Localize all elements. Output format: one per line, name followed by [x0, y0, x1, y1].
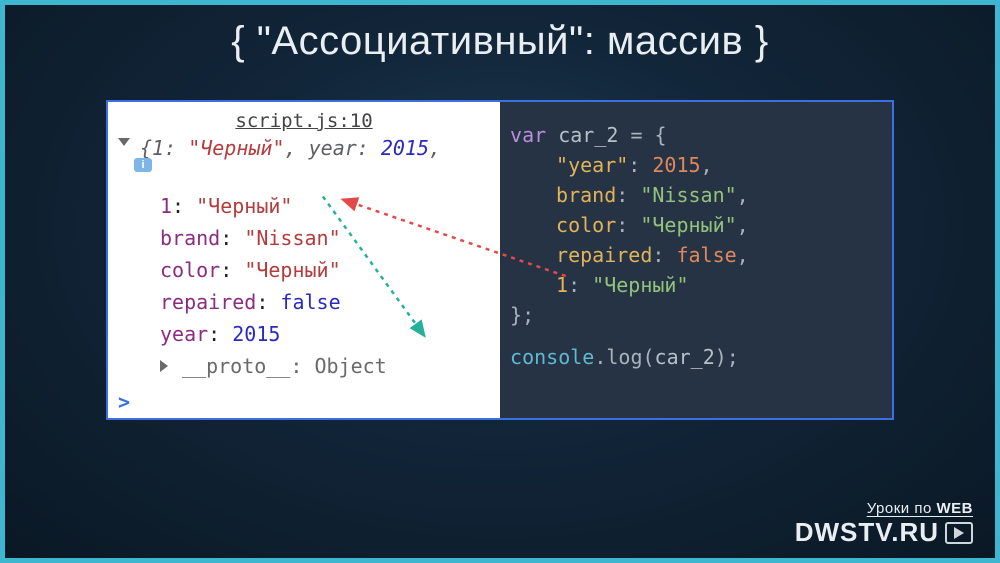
slide-title: { "Ассоциативный": массив }: [5, 5, 995, 90]
preview-key-2: year:: [309, 136, 369, 160]
obj-val: "Черный": [592, 273, 688, 297]
obj-val: "Черный": [640, 213, 736, 237]
script-link: script.js:10: [118, 108, 490, 136]
prop-row: repaired: false: [160, 286, 490, 318]
log-arg: car_2: [655, 345, 715, 369]
preview-key-1: 1:: [152, 136, 176, 160]
watermark-tagline: Уроки по WEB: [795, 500, 973, 517]
obj-key: repaired: [556, 243, 652, 267]
proto-sep: :: [290, 354, 314, 378]
prop-row: year: 2015: [160, 318, 490, 350]
obj-val: 2015: [652, 153, 700, 177]
prop-row: color: "Черный": [160, 254, 490, 286]
obj-sep: :: [628, 153, 652, 177]
prop-row: 1: "Черный": [160, 190, 490, 222]
expand-arrow-icon: [118, 138, 130, 146]
prop-val: "Черный": [196, 194, 292, 218]
obj-sep: :: [616, 183, 640, 207]
prop-row: brand: "Nissan": [160, 222, 490, 254]
obj-key: brand: [556, 183, 616, 207]
comma: ,: [737, 213, 749, 237]
editor-pane: var car_2 = { "year": 2015, brand: "Niss…: [500, 102, 892, 418]
code-line: color: "Черный",: [510, 210, 892, 240]
prop-val: false: [280, 290, 340, 314]
obj-key: 1: [556, 273, 568, 297]
proto-key: __proto__: [182, 354, 290, 378]
tagline-b: по: [910, 500, 937, 517]
watermark-brand: DWSTV.RU: [795, 517, 973, 548]
obj-key: "year": [556, 153, 628, 177]
brace-open: = {: [630, 123, 666, 147]
watermark: Уроки по WEB DWSTV.RU: [795, 500, 973, 548]
code-line: console.log(car_2);: [510, 342, 892, 372]
preview-brace: {: [140, 136, 152, 160]
prop-key: repaired: [160, 290, 256, 314]
preview-comma: ,: [429, 136, 441, 160]
proto-row: __proto__: Object: [160, 350, 490, 382]
log-close: );: [715, 345, 739, 369]
prop-sep: :: [256, 290, 280, 314]
preview-val-1: "Черный": [188, 136, 284, 160]
code-line: var car_2 = {: [510, 120, 892, 150]
code-line: 1: "Черный": [510, 270, 892, 300]
prop-val: 2015: [232, 322, 280, 346]
obj-key: color: [556, 213, 616, 237]
log-open: .log(: [594, 345, 654, 369]
object-preview-line: {1: "Черный", year: 2015,: [118, 136, 490, 160]
prop-sep: :: [172, 194, 196, 218]
preview-sep: ,: [285, 136, 309, 160]
prop-key: color: [160, 258, 220, 282]
comma: ,: [737, 183, 749, 207]
code-line: "year": 2015,: [510, 150, 892, 180]
code-panel: script.js:10 {1: "Черный", year: 2015, i…: [106, 100, 894, 420]
prop-sep: :: [208, 322, 232, 346]
code-line: brand: "Nissan",: [510, 180, 892, 210]
devtools-pane: script.js:10 {1: "Черный", year: 2015, i…: [108, 102, 500, 418]
comma: ,: [737, 243, 749, 267]
object-properties: 1: "Черный" brand: "Nissan" color: "Черн…: [118, 160, 490, 382]
prop-key: 1: [160, 194, 172, 218]
prop-key: brand: [160, 226, 220, 250]
console-obj: console: [510, 345, 594, 369]
brand-text: DWSTV.RU: [795, 517, 939, 548]
obj-val: false: [676, 243, 736, 267]
var-name: car_2: [558, 123, 630, 147]
comma: ,: [701, 153, 713, 177]
console-prompt-icon: >: [118, 390, 130, 414]
prop-key: year: [160, 322, 208, 346]
brace-close: };: [510, 303, 534, 327]
kw-var: var: [510, 123, 558, 147]
tagline-a: Уроки: [867, 500, 910, 517]
obj-sep: :: [652, 243, 676, 267]
spacer: [510, 330, 892, 342]
preview-val-2: 2015: [381, 136, 429, 160]
prop-val: "Nissan": [244, 226, 340, 250]
play-icon: [945, 522, 973, 544]
prop-sep: :: [220, 258, 244, 282]
proto-val: Object: [314, 354, 386, 378]
tagline-c: WEB: [937, 500, 974, 517]
code-line: repaired: false,: [510, 240, 892, 270]
prop-sep: :: [220, 226, 244, 250]
info-badge-icon: i: [134, 158, 152, 172]
collapse-arrow-icon: [160, 360, 168, 372]
prop-val: "Черный": [244, 258, 340, 282]
obj-sep: :: [616, 213, 640, 237]
obj-val: "Nissan": [640, 183, 736, 207]
code-line: };: [510, 300, 892, 330]
obj-sep: :: [568, 273, 592, 297]
